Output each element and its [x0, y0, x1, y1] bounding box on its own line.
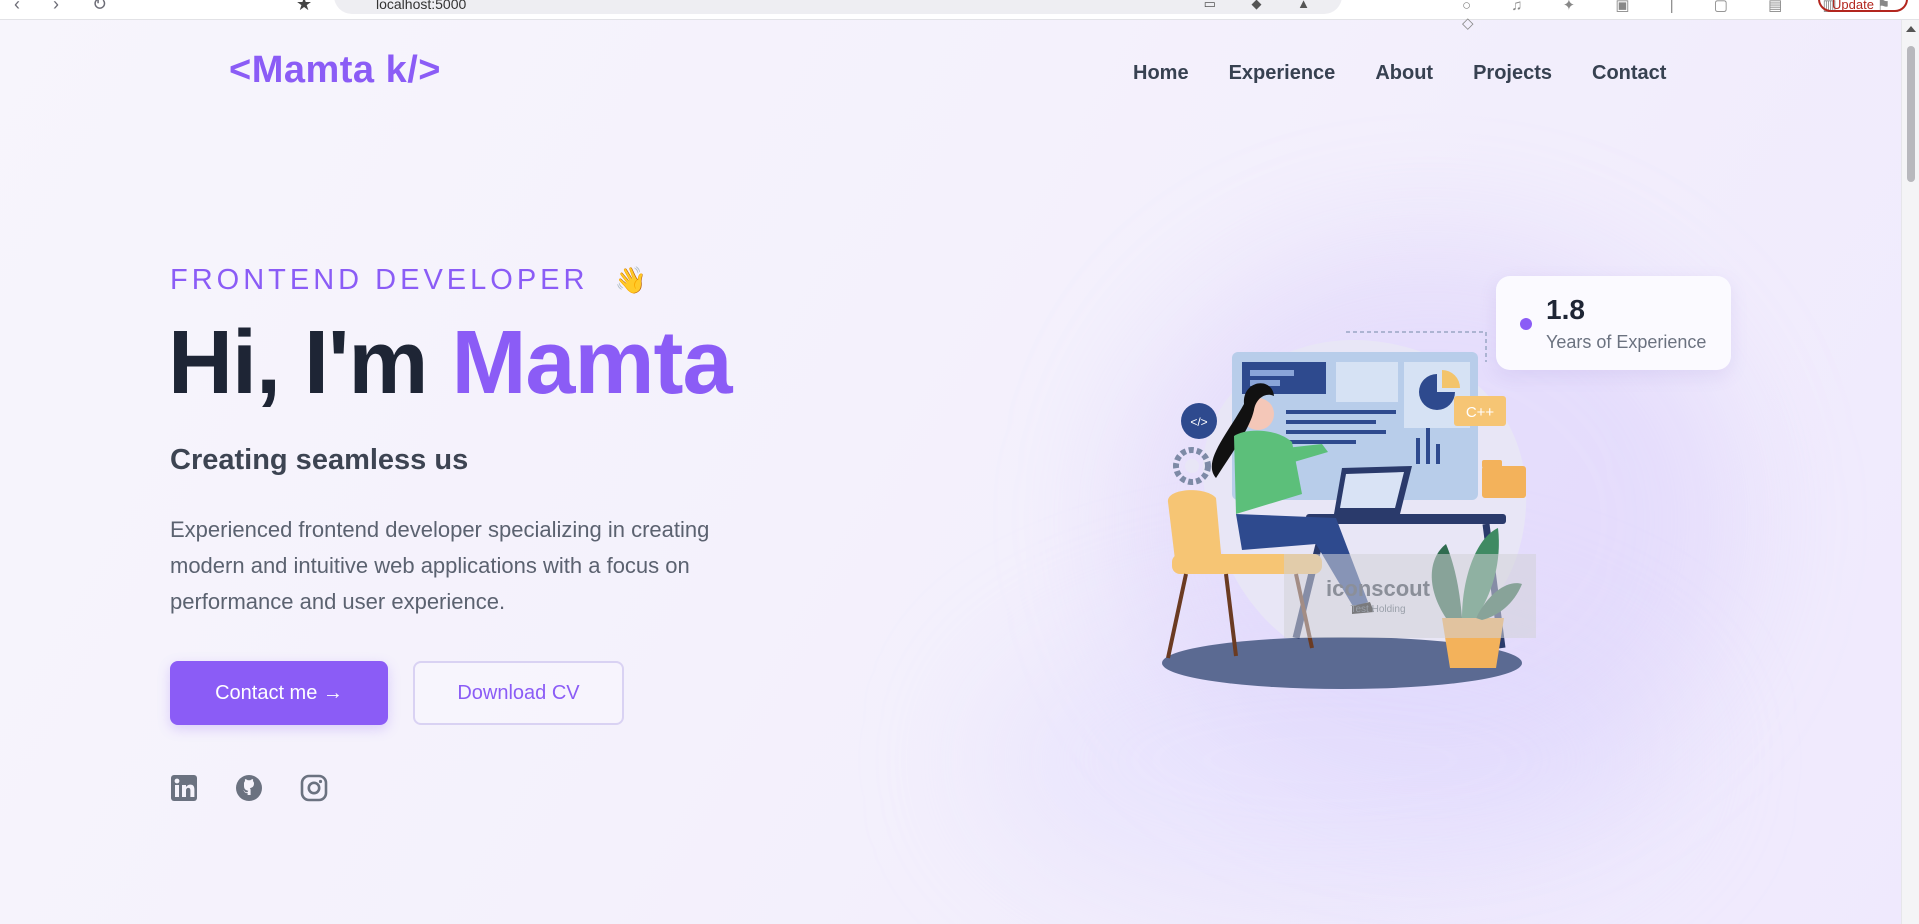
- address-bar[interactable]: localhost:5000 ▭ ◆ ▲: [334, 0, 1342, 14]
- linkedin-icon[interactable]: [170, 774, 198, 802]
- nav-about[interactable]: About: [1375, 62, 1433, 85]
- bookmark-icon[interactable]: ★: [296, 0, 312, 15]
- watermark-text: iconscout: [1326, 576, 1431, 601]
- contact-me-button[interactable]: Contact me →: [170, 661, 388, 725]
- hero-subtitle: Creating seamless us: [170, 444, 469, 476]
- update-button[interactable]: Update: [1818, 0, 1908, 12]
- nav-experience[interactable]: Experience: [1229, 62, 1336, 85]
- social-links: [170, 774, 328, 802]
- hero-eyebrow: FRONTEND DEVELOPER 👋: [170, 264, 647, 297]
- url-text: localhost:5000: [376, 0, 467, 12]
- wave-icon: 👋: [614, 265, 647, 295]
- hero-role: FRONTEND DEVELOPER: [170, 264, 589, 296]
- page-scrollbar[interactable]: [1901, 20, 1919, 924]
- experience-years: 1.8: [1546, 294, 1585, 325]
- instagram-icon[interactable]: [300, 774, 328, 802]
- address-bar-icons[interactable]: ▭ ◆ ▲: [1204, 0, 1326, 12]
- main-nav: Home Experience About Projects Contact: [1133, 62, 1666, 85]
- hero-title-prefix: Hi, I'm: [168, 313, 452, 413]
- developer-illustration: C++ </> iconscout Test Holding: [1162, 331, 1536, 689]
- watermark-subtext: Test Holding: [1350, 604, 1405, 615]
- github-icon[interactable]: [235, 774, 263, 802]
- experience-label: Years of Experience: [1546, 332, 1707, 352]
- cpp-tag: C++: [1466, 404, 1495, 421]
- browser-toolbar: ‹ › ↻ ★ localhost:5000 ▭ ◆ ▲ ○ ♫ ✦ ▣ | ▢…: [0, 0, 1919, 32]
- site-logo[interactable]: <Mamta k/>: [229, 49, 441, 92]
- svg-text:</>: </>: [1190, 415, 1207, 429]
- scroll-up-arrow-icon[interactable]: [1906, 26, 1916, 32]
- hero-description: Experienced frontend developer specializ…: [170, 517, 710, 614]
- hero-title-name: Mamta: [451, 313, 732, 413]
- nav-contact[interactable]: Contact: [1592, 62, 1666, 85]
- hero-title: Hi, I'm Mamta: [168, 318, 733, 408]
- nav-home[interactable]: Home: [1133, 62, 1189, 85]
- download-cv-button[interactable]: Download CV: [413, 661, 624, 725]
- scroll-thumb[interactable]: [1907, 46, 1915, 182]
- folder-icon: [1482, 466, 1526, 498]
- nav-projects[interactable]: Projects: [1473, 62, 1552, 85]
- browser-nav-buttons[interactable]: ‹ › ↻: [14, 0, 121, 15]
